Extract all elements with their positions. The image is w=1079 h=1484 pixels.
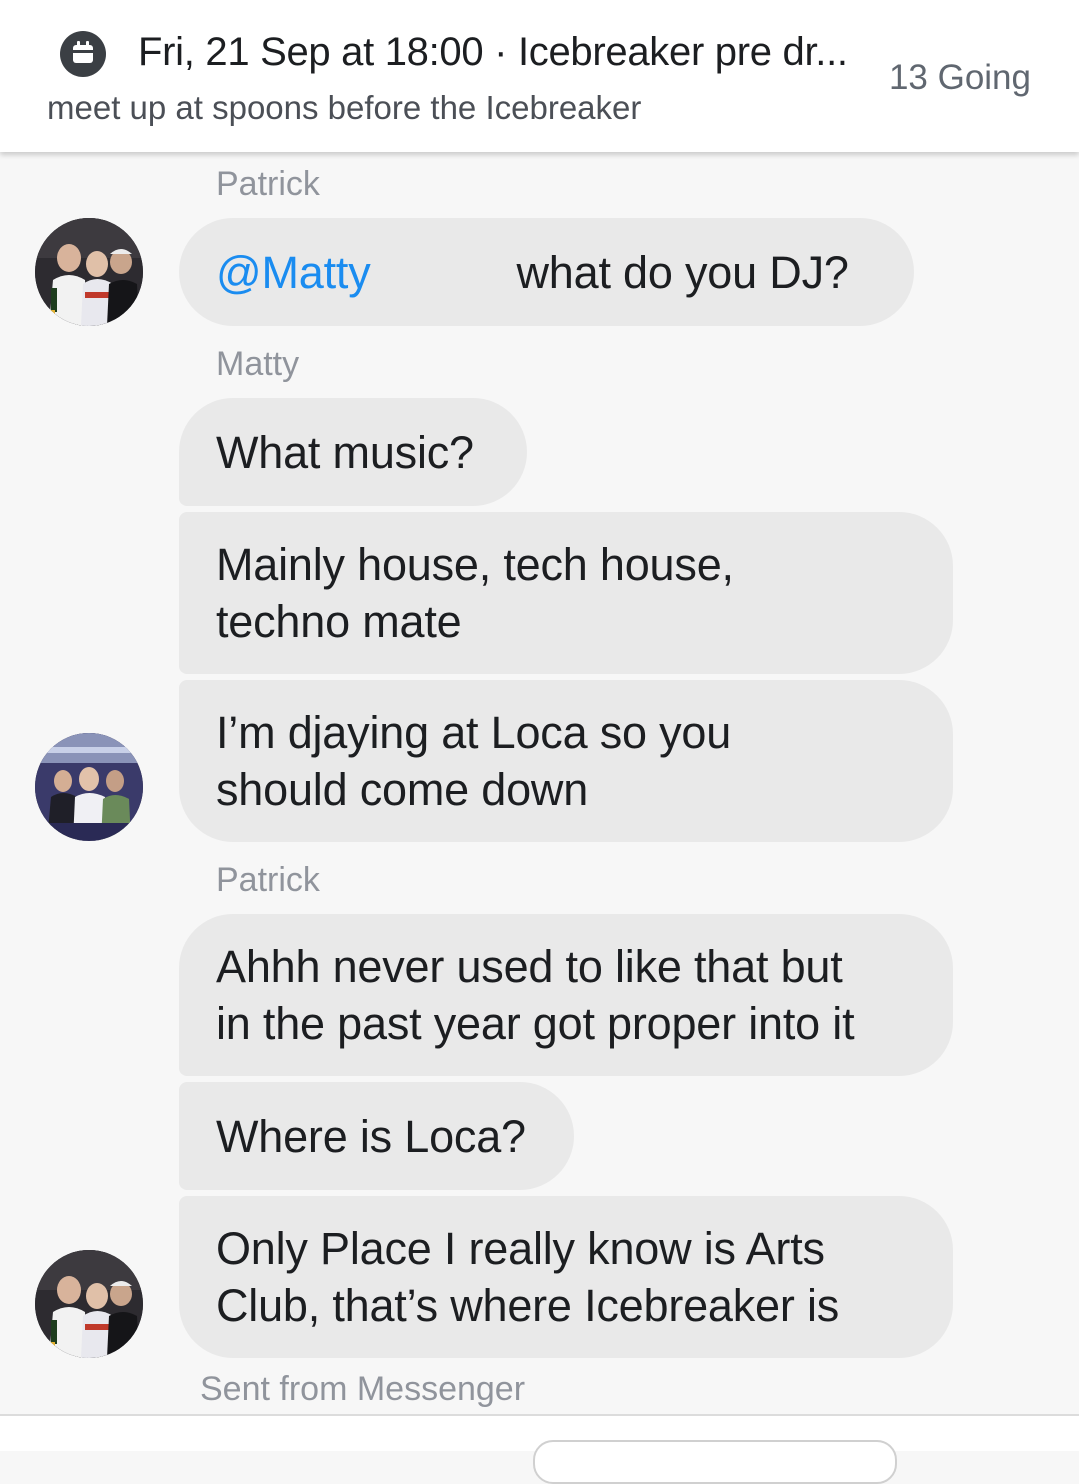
message-text: Mainly house, tech house, techno mate bbox=[216, 539, 734, 647]
message-text: Ahhh never used to like that but in the … bbox=[216, 941, 855, 1049]
going-count[interactable]: 13 Going bbox=[889, 58, 1031, 98]
avatar[interactable] bbox=[35, 1250, 143, 1358]
message-text: What music? bbox=[216, 426, 474, 478]
message-bubble[interactable]: Ahhh never used to like that but in the … bbox=[179, 914, 953, 1076]
message-bubble[interactable]: What music? bbox=[179, 398, 527, 506]
sender-name: Patrick bbox=[216, 861, 320, 899]
sender-name: Patrick bbox=[216, 165, 320, 203]
message-bubble[interactable]: @Matty what do you DJ? bbox=[179, 218, 914, 326]
calendar-icon bbox=[60, 31, 106, 77]
message-bubble[interactable]: Mainly house, tech house, techno mate bbox=[179, 512, 953, 674]
message-text: what do you DJ? bbox=[516, 246, 849, 298]
bottom-button[interactable] bbox=[533, 1440, 897, 1484]
avatar[interactable] bbox=[35, 218, 143, 326]
event-header[interactable]: Fri, 21 Sep at 18:00 · Icebreaker pre dr… bbox=[0, 0, 1079, 152]
sent-from-label: Sent from Messenger bbox=[200, 1370, 526, 1408]
event-subtitle: meet up at spoons before the Icebreaker bbox=[47, 89, 642, 126]
message-bubble[interactable]: I’m djaying at Loca so you should come d… bbox=[179, 680, 953, 842]
event-title: Fri, 21 Sep at 18:00 · Icebreaker pre dr… bbox=[138, 30, 848, 74]
message-text: Where is Loca? bbox=[216, 1110, 526, 1162]
mention-link[interactable]: @Matty bbox=[216, 244, 371, 301]
message-bubble[interactable]: Only Place I really know is Arts Club, t… bbox=[179, 1196, 953, 1358]
message-text: I’m djaying at Loca so you should come d… bbox=[216, 707, 732, 815]
message-text: Only Place I really know is Arts Club, t… bbox=[216, 1223, 840, 1331]
avatar[interactable] bbox=[35, 733, 143, 841]
message-bubble[interactable]: Where is Loca? bbox=[179, 1082, 574, 1190]
sender-name: Matty bbox=[216, 345, 300, 383]
